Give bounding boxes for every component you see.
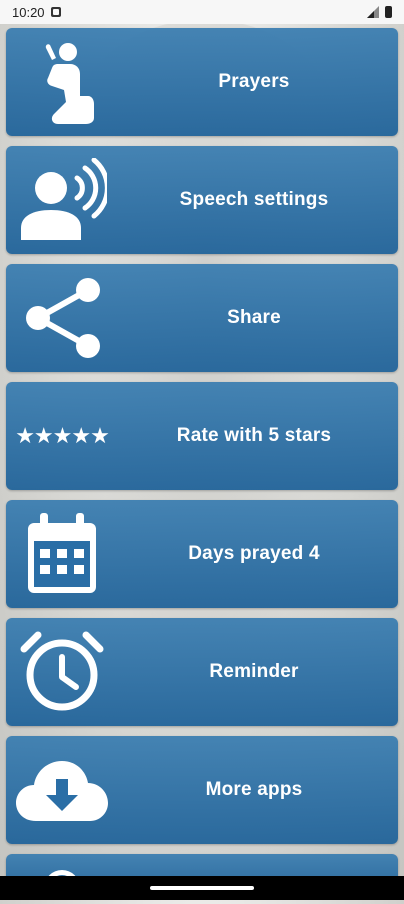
notification-icon	[50, 7, 61, 17]
home-handle[interactable]	[150, 886, 254, 890]
more-apps-button[interactable]: More apps	[6, 736, 398, 844]
main-menu: Prayers Speech settings Share ★★★★★ Rate…	[6, 28, 398, 904]
share-label: Share	[227, 307, 281, 328]
signal-icon	[367, 6, 379, 18]
calendar-icon	[14, 506, 110, 602]
reminder-label: Reminder	[209, 661, 299, 682]
share-icon	[14, 270, 110, 366]
prayers-label: Prayers	[218, 71, 290, 92]
days-prayed-label: Days prayed 4	[188, 543, 320, 564]
battery-icon	[385, 6, 392, 18]
prayers-button[interactable]: Prayers	[6, 28, 398, 136]
more-apps-label: More apps	[205, 779, 303, 800]
alarm-clock-icon	[14, 624, 110, 720]
five-stars: ★★★★★	[15, 423, 110, 448]
speaking-person-icon	[14, 152, 110, 248]
rate-button[interactable]: ★★★★★ Rate with 5 stars	[6, 382, 398, 490]
five-stars-icon: ★★★★★	[14, 388, 110, 484]
status-bar: 10:20	[0, 0, 404, 24]
speech-settings-label: Speech settings	[179, 189, 329, 210]
speech-settings-button[interactable]: Speech settings	[6, 146, 398, 254]
navigation-bar	[0, 876, 404, 900]
days-prayed-button[interactable]: Days prayed 4	[6, 500, 398, 608]
cloud-download-icon	[14, 742, 110, 838]
status-time: 10:20	[12, 4, 45, 20]
reminder-button[interactable]: Reminder	[6, 618, 398, 726]
praying-person-icon	[14, 34, 110, 130]
rate-label: Rate with 5 stars	[176, 425, 332, 446]
share-button[interactable]: Share	[6, 264, 398, 372]
